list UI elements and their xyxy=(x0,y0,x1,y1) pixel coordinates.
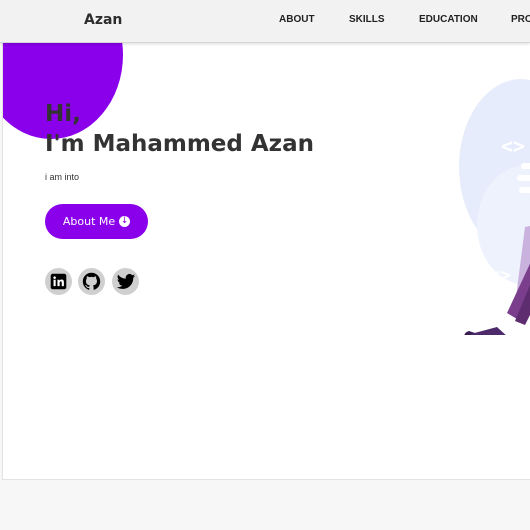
svg-text:<>: <> xyxy=(501,134,525,158)
twitter-icon xyxy=(116,273,135,289)
about-me-button[interactable]: About Me ↓ xyxy=(45,204,148,239)
about-me-label: About Me xyxy=(62,215,116,228)
navbar: Azan ABOUT SKILLS EDUCATION PRO xyxy=(0,0,530,43)
svg-text:<>: <> xyxy=(489,265,511,286)
arrow-down-circle-icon: ↓ xyxy=(119,216,131,227)
nav-link-skills[interactable]: SKILLS xyxy=(349,14,385,25)
nav-links: ABOUT SKILLS EDUCATION PRO xyxy=(0,14,530,28)
greeting: Hi, xyxy=(45,101,81,127)
twitter-link[interactable] xyxy=(112,268,139,295)
developer-illustration: <> <> xyxy=(459,79,530,335)
tagline: i am into xyxy=(45,172,80,182)
nav-link-about[interactable]: ABOUT xyxy=(279,14,315,25)
linkedin-link[interactable] xyxy=(45,268,72,295)
github-link[interactable] xyxy=(78,268,105,295)
hero-name: I'm Mahammed Azan xyxy=(45,131,314,157)
social-links xyxy=(45,268,165,296)
hero-section: Hi, I'm Mahammed Azan i am into About Me… xyxy=(2,43,530,480)
linkedin-icon xyxy=(50,273,67,290)
nav-link-education[interactable]: EDUCATION xyxy=(419,14,478,25)
github-icon xyxy=(82,272,101,290)
nav-link-projects[interactable]: PRO xyxy=(511,14,530,25)
